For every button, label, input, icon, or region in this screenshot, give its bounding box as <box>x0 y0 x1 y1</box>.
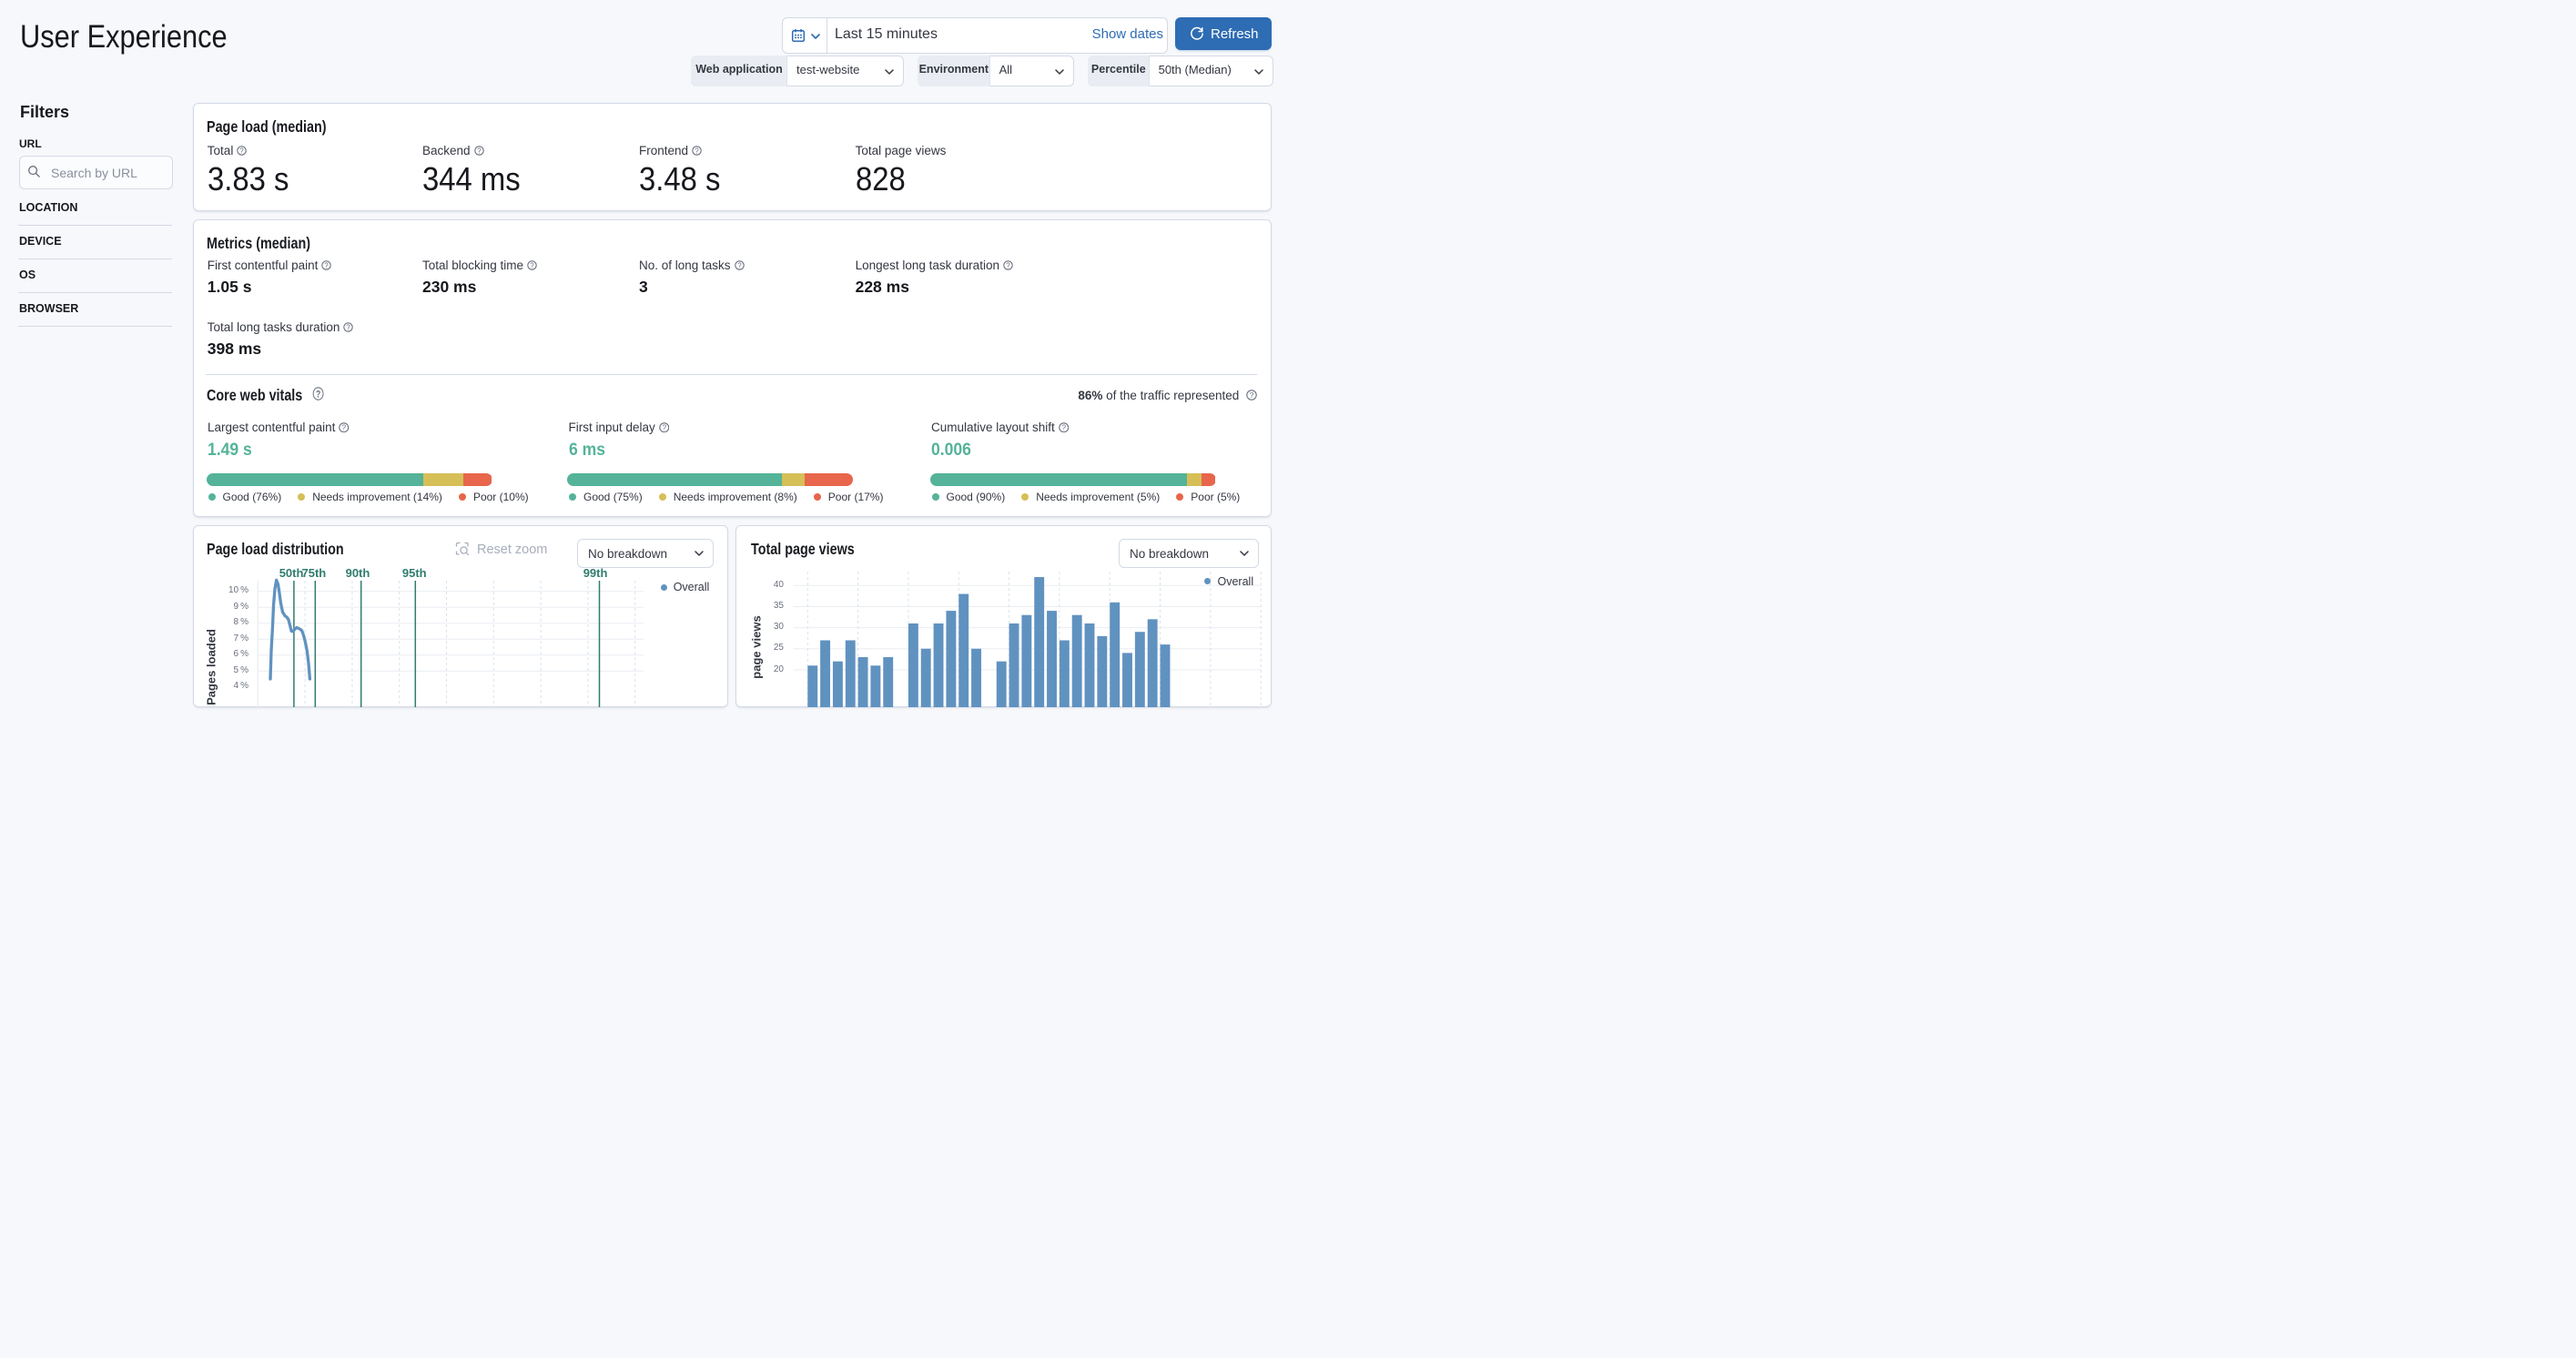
svg-text:?: ? <box>695 147 699 155</box>
svg-text:?: ? <box>316 390 320 400</box>
svg-text:?: ? <box>1006 262 1010 270</box>
svg-text:?: ? <box>1250 390 1254 400</box>
svg-text:?: ? <box>477 147 482 155</box>
svg-text:?: ? <box>1061 424 1066 432</box>
svg-text:?: ? <box>530 262 534 270</box>
svg-text:?: ? <box>662 424 666 432</box>
svg-text:?: ? <box>325 262 330 270</box>
svg-text:?: ? <box>342 424 347 432</box>
svg-text:?: ? <box>347 323 351 331</box>
svg-text:?: ? <box>737 262 742 270</box>
svg-text:?: ? <box>240 147 245 155</box>
